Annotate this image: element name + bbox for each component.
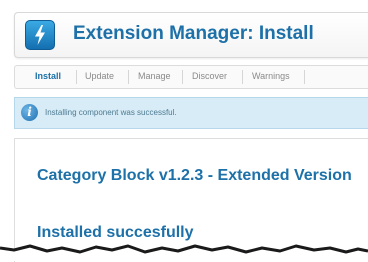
tab-divider: [76, 70, 77, 84]
info-icon: i: [21, 104, 38, 121]
page-header: Extension Manager: Install: [14, 12, 368, 58]
tab-divider: [182, 70, 183, 84]
tab-divider: [242, 70, 243, 84]
tab-warnings[interactable]: Warnings: [252, 71, 290, 81]
message-text: Installing component was successful.: [45, 108, 177, 117]
tab-divider: [304, 70, 305, 84]
page-title: Extension Manager: Install: [73, 23, 314, 44]
tab-divider: [128, 70, 129, 84]
tab-bar: Install Update Manage Discover Warnings: [14, 65, 368, 89]
extension-name: Category Block v1.2.3 - Extended Version: [37, 167, 352, 184]
tab-install[interactable]: Install: [35, 71, 61, 81]
tab-manage[interactable]: Manage: [138, 71, 171, 81]
extension-lightning-icon: [25, 20, 55, 50]
screenshot-frame: Extension Manager: Install Install Updat…: [0, 0, 368, 262]
success-message: i Installing component was successful.: [14, 97, 368, 129]
tab-update[interactable]: Update: [85, 71, 114, 81]
tab-discover[interactable]: Discover: [192, 71, 227, 81]
torn-edge-decoration: [0, 244, 368, 261]
